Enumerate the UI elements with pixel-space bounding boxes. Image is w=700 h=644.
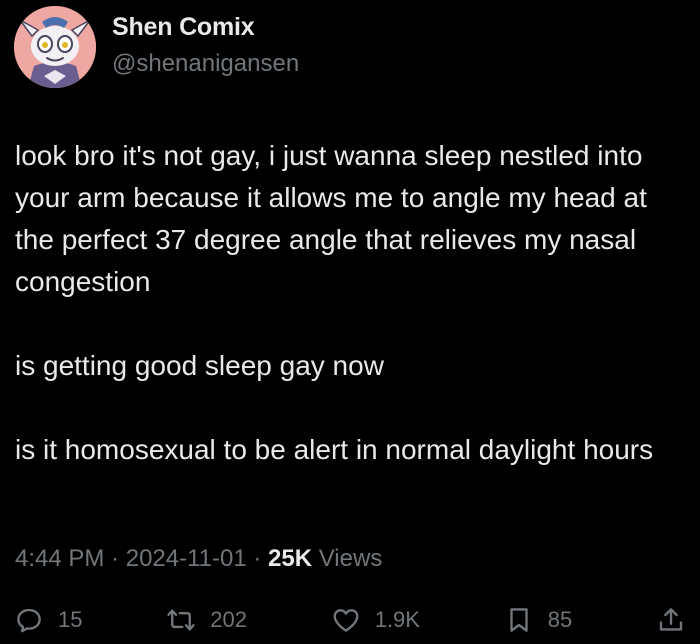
reply-icon xyxy=(17,608,41,633)
bookmark-icon xyxy=(510,608,528,632)
reply-button[interactable]: 15 xyxy=(14,605,82,635)
post-date[interactable]: 2024-11-01 xyxy=(126,545,247,572)
separator-dot: · xyxy=(246,545,269,572)
tweet-header: Shen Comix @shenanigansen xyxy=(14,5,299,89)
tweet-meta: 4:44 PM · 2024-11-01 · 25K Views xyxy=(15,545,382,573)
user-handle[interactable]: @shenanigansen xyxy=(112,50,299,78)
bookmark-button[interactable]: 85 xyxy=(504,605,572,635)
tweet-paragraph: is getting good sleep gay now xyxy=(15,350,384,381)
avatar[interactable] xyxy=(14,6,96,88)
views-label: Views xyxy=(312,545,383,572)
cartoon-avatar-icon xyxy=(14,6,96,88)
tweet: Shen Comix @shenanigansen look bro it's … xyxy=(0,0,700,644)
repost-icon xyxy=(167,609,195,631)
bookmark-count: 85 xyxy=(547,607,573,632)
views-count: 25K xyxy=(268,545,313,572)
tweet-body: look bro it's not gay, i just wanna slee… xyxy=(15,135,685,471)
separator-dot: · xyxy=(104,545,126,572)
display-name[interactable]: Shen Comix xyxy=(112,13,299,42)
share-button[interactable] xyxy=(656,605,686,635)
repost-count: 202 xyxy=(210,607,247,632)
share-icon xyxy=(659,608,683,631)
like-count: 1.9K xyxy=(374,607,420,632)
like-button[interactable]: 1.9K xyxy=(331,605,420,635)
repost-button[interactable]: 202 xyxy=(166,605,247,635)
heart-icon xyxy=(333,609,359,632)
author-names: Shen Comix @shenanigansen xyxy=(112,13,299,78)
action-bar: 15 202 1.9K 85 xyxy=(14,600,686,640)
post-time[interactable]: 4:44 PM xyxy=(15,545,104,572)
tweet-paragraph: look bro it's not gay, i just wanna slee… xyxy=(15,140,647,297)
reply-count: 15 xyxy=(58,607,83,632)
tweet-paragraph: is it homosexual to be alert in normal d… xyxy=(15,434,654,465)
